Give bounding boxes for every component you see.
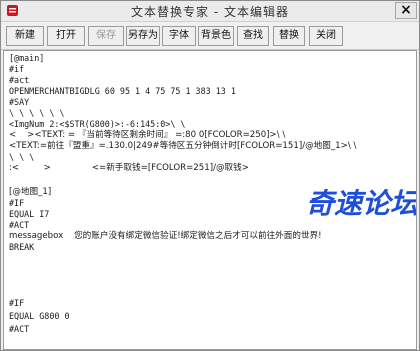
editor-line: OPENMERCHANTBIGDLG 60 95 1 4 75 75 1 383… bbox=[9, 86, 236, 96]
editor-line: <ImgNum 2:<$STR(G800)>:-6:145:0>\ \ bbox=[9, 119, 186, 129]
close-window-button[interactable]: × bbox=[395, 2, 417, 19]
find-button[interactable]: 查找 bbox=[237, 26, 269, 46]
watermark-text: 奇速论坛 bbox=[306, 187, 417, 220]
editor-line: #if bbox=[9, 64, 25, 74]
editor-line: :< > <=新手取钱=[FCOLOR=251]/@取钱> bbox=[9, 163, 249, 173]
replace-button[interactable]: 替换 bbox=[273, 26, 305, 46]
editor-line: <TEXT:=前往『盟重』=.130.0|249#等待区五分钟倒计时[FCOLO… bbox=[9, 141, 357, 151]
editor-line: #IF bbox=[9, 198, 25, 208]
editor-line: #SAY bbox=[9, 97, 30, 107]
title-bar[interactable]: 文本替换专家 - 文本编辑器 × bbox=[1, 1, 419, 22]
background-color-button[interactable]: 背景色 bbox=[198, 26, 234, 46]
editor-line: #ACT bbox=[9, 324, 30, 334]
close-button[interactable]: 关闭 bbox=[309, 26, 343, 46]
save-as-button[interactable]: 另存为 bbox=[126, 26, 160, 46]
open-button[interactable]: 打开 bbox=[47, 26, 85, 46]
editor-line: #IF bbox=[9, 298, 25, 308]
watermark-logo: 奇速论坛 bbox=[306, 187, 417, 220]
save-button[interactable]: 保存 bbox=[88, 26, 124, 46]
editor-line: messagebox 您的账户没有绑定微信验证!绑定微信之后才可以前往外面的世界… bbox=[9, 231, 322, 241]
editor-line: \ \ \ bbox=[9, 152, 35, 162]
editor-line: [@地图_1] bbox=[9, 187, 52, 197]
editor-line: BREAK bbox=[9, 242, 35, 252]
text-editor-area[interactable]: [@main] #if #act OPENMERCHANTBIGDLG 60 9… bbox=[3, 50, 417, 350]
editor-window: 文本替换专家 - 文本编辑器 × 新建 打开 保存 另存为 字体 背景色 查找 … bbox=[0, 0, 420, 351]
editor-line: [@main] bbox=[9, 53, 45, 63]
editor-line: \ \ \ \ \ \ bbox=[9, 108, 65, 118]
font-button[interactable]: 字体 bbox=[162, 26, 196, 46]
toolbar: 新建 打开 保存 另存为 字体 背景色 查找 替换 关闭 bbox=[1, 23, 419, 50]
editor-line: #act bbox=[9, 75, 30, 85]
new-button[interactable]: 新建 bbox=[6, 26, 44, 46]
editor-line: #ACT bbox=[9, 220, 30, 230]
editor-line: EQUAL G800 0 bbox=[9, 311, 70, 321]
editor-line: < ><TEXT: = 『当前等待区剩余时间』 =:80 0[FCOLOR=25… bbox=[9, 130, 286, 140]
window-title: 文本替换专家 - 文本编辑器 bbox=[131, 5, 289, 19]
editor-line: EQUAL I7 bbox=[9, 209, 50, 219]
